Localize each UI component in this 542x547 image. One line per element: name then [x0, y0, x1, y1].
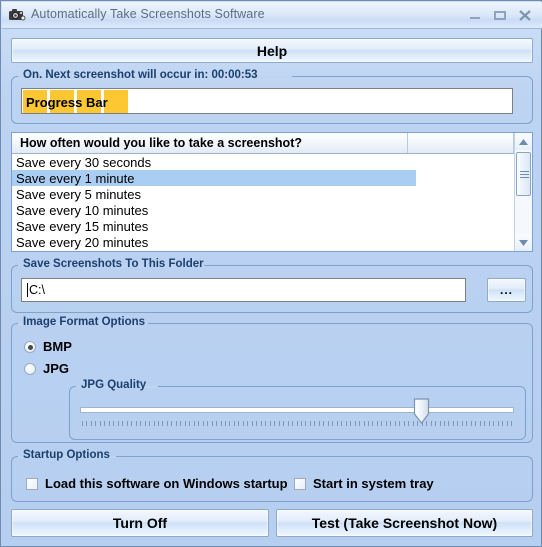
scroll-down-icon[interactable]: [515, 234, 532, 251]
scrollbar-grip-icon: [520, 171, 529, 178]
test-screenshot-button[interactable]: Test (Take Screenshot Now): [276, 509, 533, 537]
list-header-interval[interactable]: How often would you like to take a scree…: [12, 133, 408, 153]
folder-group: Save Screenshots To This Folder C:\ ...: [11, 258, 533, 313]
close-icon[interactable]: [515, 6, 535, 24]
jpg-quality-ticks: [82, 421, 512, 427]
list-header: How often would you like to take a scree…: [12, 133, 532, 154]
folder-path-input[interactable]: C:\: [21, 278, 466, 302]
radio-jpg-label: JPG: [43, 361, 70, 376]
status-group: On. Next screenshot will occur in: 00:00…: [11, 69, 533, 124]
checkbox-start-in-tray-label: Start in system tray: [313, 476, 434, 491]
radio-jpg[interactable]: JPG: [24, 361, 69, 376]
jpg-quality-legend: JPG Quality: [81, 379, 147, 391]
jpg-quality-slider-track[interactable]: [80, 407, 514, 413]
help-button[interactable]: Help: [11, 38, 533, 63]
list-rows: Save every 30 seconds Save every 1 minut…: [12, 154, 515, 252]
schedule-listbox[interactable]: How often would you like to take a scree…: [11, 132, 533, 252]
status-group-legend: On. Next screenshot will occur in: 00:00…: [23, 69, 258, 81]
scrollbar-thumb[interactable]: [516, 152, 531, 196]
checkbox-load-on-startup[interactable]: Load this software on Windows startup: [26, 476, 288, 491]
folder-group-legend: Save Screenshots To This Folder: [23, 258, 204, 270]
camera-icon: [8, 7, 26, 24]
folder-path-value: C:\: [29, 283, 45, 297]
startup-options-group: Startup Options Load this software on Wi…: [11, 449, 533, 502]
progress-bar-label: Progress Bar: [26, 94, 108, 110]
list-item[interactable]: Save every 30 seconds: [12, 154, 515, 170]
minimize-icon[interactable]: [465, 6, 485, 24]
list-item[interactable]: Save every 15 minutes: [12, 218, 515, 234]
browse-folder-button[interactable]: ...: [487, 278, 526, 302]
radio-bmp[interactable]: BMP: [24, 339, 72, 354]
list-header-column2[interactable]: [408, 133, 514, 153]
list-scrollbar[interactable]: [514, 133, 532, 251]
radio-bmp-icon[interactable]: [24, 340, 36, 353]
app-window: Automatically Take Screenshots Software …: [0, 0, 542, 547]
scroll-up-icon[interactable]: [515, 133, 532, 150]
radio-bmp-label: BMP: [43, 339, 72, 354]
checkbox-load-on-startup-icon[interactable]: [26, 477, 38, 490]
list-item[interactable]: Save every 20 minutes: [12, 234, 515, 250]
list-item[interactable]: Save every 10 minutes: [12, 202, 515, 218]
title-bar: Automatically Take Screenshots Software: [2, 2, 542, 29]
checkbox-start-in-tray[interactable]: Start in system tray: [294, 476, 434, 491]
radio-jpg-icon[interactable]: [24, 362, 36, 375]
list-item[interactable]: Save every 5 minutes: [12, 186, 515, 202]
startup-options-legend: Startup Options: [23, 449, 110, 461]
progress-bar: Progress Bar: [21, 88, 513, 114]
list-item[interactable]: Save every 1 minute: [12, 170, 416, 186]
jpg-quality-group: JPG Quality: [69, 379, 526, 440]
text-caret: [27, 283, 28, 297]
checkbox-load-on-startup-label: Load this software on Windows startup: [45, 476, 288, 491]
turn-off-button[interactable]: Turn Off: [11, 509, 269, 537]
maximize-icon[interactable]: [490, 6, 510, 24]
image-format-legend: Image Format Options: [23, 316, 146, 328]
window-title: Automatically Take Screenshots Software: [31, 7, 265, 21]
checkbox-start-in-tray-icon[interactable]: [294, 477, 306, 490]
